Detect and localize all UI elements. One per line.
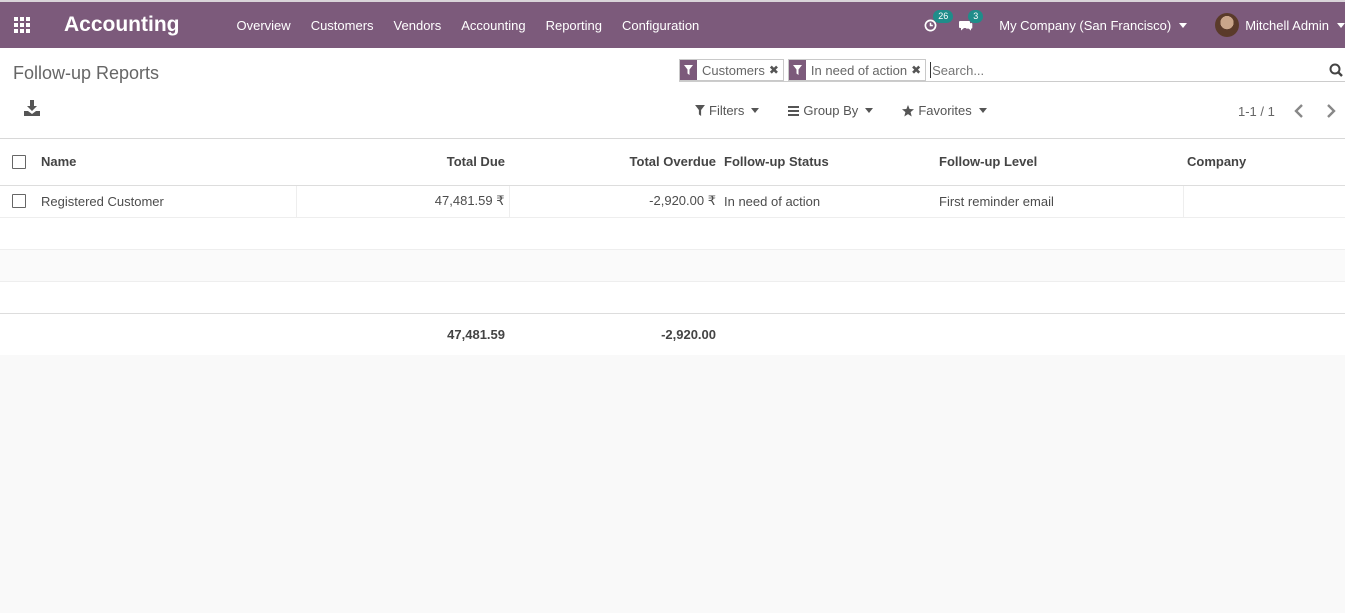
cell-name[interactable]: Registered Customer: [37, 184, 297, 217]
user-menu[interactable]: Mitchell Admin: [1215, 13, 1345, 37]
menu-item-accounting[interactable]: Accounting: [451, 2, 535, 48]
menu-item-overview[interactable]: Overview: [227, 2, 301, 48]
avatar: [1215, 13, 1240, 37]
favorites-dropdown[interactable]: Favorites: [902, 103, 987, 118]
column-header-name[interactable]: Name: [37, 139, 296, 186]
group-by-dropdown[interactable]: Group By: [788, 103, 874, 118]
empty-row: [0, 280, 1345, 313]
table-row[interactable]: Registered Customer 47,481.59 ₹ -2,920.0…: [0, 184, 1345, 217]
select-all-checkbox[interactable]: [12, 154, 26, 169]
menu-item-reporting[interactable]: Reporting: [536, 2, 612, 48]
chevron-down-icon: [865, 108, 874, 113]
breadcrumb: Follow-up Reports: [13, 63, 160, 83]
messages-count-badge: 3: [968, 9, 984, 23]
filter-icon: [788, 60, 806, 80]
messages-menu[interactable]: 3: [959, 9, 984, 32]
top-navbar: Accounting Overview Customers Vendors Ac…: [0, 0, 1345, 48]
followup-table: Name Total Due Total Overdue Follow-up S…: [0, 139, 1345, 355]
filter-icon: [680, 60, 697, 80]
user-name: Mitchell Admin: [1245, 17, 1329, 33]
column-header-total-overdue[interactable]: Total Overdue: [509, 139, 720, 186]
list-icon: [788, 105, 800, 116]
cell-total-overdue[interactable]: -2,920.00 ₹: [509, 184, 720, 217]
search-facet-customers: Customers ✖: [679, 59, 784, 81]
row-checkbox-cell: [0, 184, 37, 217]
activity-menu[interactable]: 26: [924, 9, 954, 32]
apps-menu-icon[interactable]: [0, 2, 44, 48]
list-view: Name Total Due Total Overdue Follow-up S…: [0, 139, 1345, 355]
star-icon: [902, 104, 915, 116]
empty-row: [0, 248, 1345, 281]
close-icon[interactable]: ✖: [769, 60, 783, 80]
company-name: My Company (San Francisco): [999, 17, 1172, 33]
menu-item-customers[interactable]: Customers: [301, 2, 384, 48]
row-checkbox[interactable]: [12, 194, 26, 208]
footer-spacer: [935, 312, 1183, 355]
search-input[interactable]: [930, 62, 1327, 78]
chevron-down-icon: [978, 108, 987, 113]
table-footer-row: 47,481.59 -2,920.00: [0, 312, 1345, 355]
footer-total-due: 47,481.59: [296, 312, 509, 355]
column-header-total-due[interactable]: Total Due: [296, 139, 509, 186]
chevron-down-icon: [1179, 22, 1188, 28]
cell-company[interactable]: [1183, 184, 1345, 217]
column-header-company[interactable]: Company: [1183, 139, 1345, 186]
footer-spacer: [1183, 312, 1345, 355]
chevron-down-icon: [1337, 22, 1345, 28]
pager-value[interactable]: 1-1 / 1: [1238, 104, 1275, 119]
chevron-down-icon: [751, 108, 760, 113]
favorites-label: Favorites: [918, 103, 972, 118]
pager: 1-1 / 1: [1238, 102, 1340, 120]
menu-item-configuration[interactable]: Configuration: [612, 2, 709, 48]
facet-label: In need of action: [810, 62, 908, 78]
control-panel: Follow-up Reports Customers ✖ In need of…: [0, 48, 1345, 139]
main-menu: Overview Customers Vendors Accounting Re…: [227, 2, 710, 48]
menu-item-vendors[interactable]: Vendors: [384, 2, 452, 48]
header-checkbox-cell: [0, 139, 37, 186]
cell-followup-status[interactable]: In need of action: [720, 184, 935, 217]
app-title[interactable]: Accounting: [64, 13, 180, 37]
group-by-label: Group By: [803, 103, 859, 118]
close-icon[interactable]: ✖: [911, 60, 925, 80]
chevron-right-icon[interactable]: [1322, 102, 1340, 120]
footer-total-overdue: -2,920.00: [509, 312, 720, 355]
chevron-left-icon[interactable]: [1290, 102, 1308, 120]
search-icon[interactable]: [1327, 60, 1345, 80]
filters-label: Filters: [709, 103, 745, 118]
company-switcher[interactable]: My Company (San Francisco): [999, 17, 1188, 33]
column-header-followup-status[interactable]: Follow-up Status: [720, 139, 935, 186]
column-header-followup-level[interactable]: Follow-up Level: [935, 139, 1183, 186]
download-icon[interactable]: [24, 100, 42, 118]
empty-row: [0, 216, 1345, 249]
table-header-row: Name Total Due Total Overdue Follow-up S…: [0, 139, 1345, 186]
cell-followup-level[interactable]: First reminder email: [935, 184, 1184, 217]
search-facet-in-need-of-action: In need of action ✖: [787, 59, 927, 81]
facet-label: Customers: [702, 62, 765, 78]
filters-dropdown[interactable]: Filters: [695, 103, 760, 118]
activity-count-badge: 26: [933, 9, 954, 23]
systray: 26 3 My Company (San Francisco) Mitchell…: [924, 2, 1345, 48]
footer-spacer: [720, 312, 935, 355]
footer-spacer: [37, 312, 296, 355]
search-bar: Customers ✖ In need of action ✖: [679, 59, 1345, 82]
cell-total-due[interactable]: 47,481.59 ₹: [296, 184, 510, 217]
footer-spacer: [0, 312, 37, 355]
search-options: Filters Group By Favorites: [695, 103, 1016, 118]
filter-icon: [695, 105, 705, 116]
